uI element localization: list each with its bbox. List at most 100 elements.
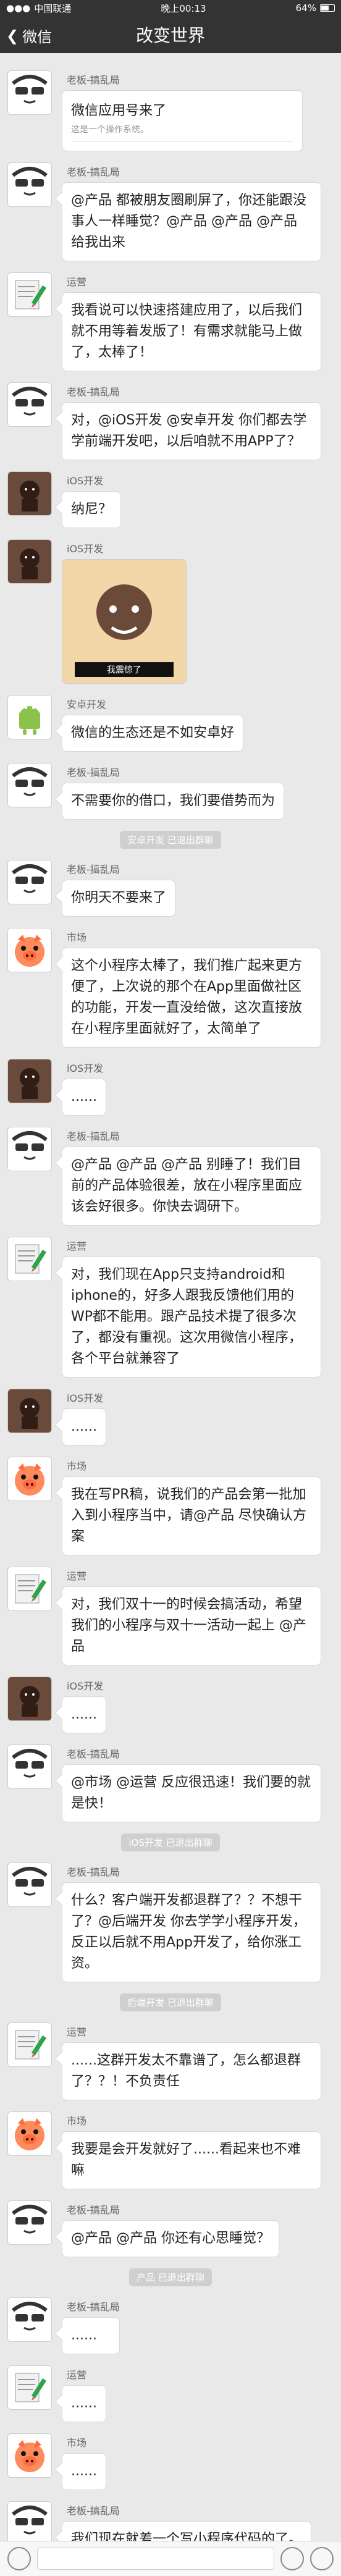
message-input[interactable] bbox=[37, 2548, 274, 2570]
message-content: 老板-搞乱局 @市场 @运营 反应很迅速！我们要的就是快！ bbox=[62, 1745, 321, 1822]
message-content: 市场...... bbox=[62, 2433, 106, 2490]
avatar[interactable] bbox=[7, 539, 52, 584]
message-bubble[interactable]: 什么？客户端开发都退群了？？不想干了？@后端开发 你去学学小程序开发，反正以后就… bbox=[62, 1882, 321, 1982]
avatar[interactable] bbox=[7, 272, 52, 317]
message-bubble[interactable]: ...... bbox=[62, 1408, 106, 1446]
message-bubble[interactable]: 我看说可以快速搭建应用了，以后我们就不用等着发版了！有需求就能马上做了，太棒了！ bbox=[62, 292, 321, 371]
avatar[interactable] bbox=[7, 382, 52, 427]
sender-name: 运营 bbox=[67, 276, 87, 288]
system-notice-text: iOS开发 已退出群聊 bbox=[121, 1833, 220, 1851]
avatar[interactable] bbox=[7, 860, 52, 904]
message-bubble[interactable]: 你明天不要来了 bbox=[62, 880, 176, 917]
sender-name: 运营 bbox=[67, 2026, 87, 2038]
sender-name: 老板-搞乱局 bbox=[67, 2505, 120, 2517]
message-content: 老板-搞乱局 @产品 都被朋友圈刷屏了，你还能跟没事人一样睡觉？@产品 @产品 @… bbox=[62, 162, 321, 261]
system-notice: 安卓开发 已退出群聊 bbox=[7, 831, 334, 849]
sender-name: 老板-搞乱局 bbox=[67, 74, 120, 86]
avatar[interactable] bbox=[7, 2200, 52, 2245]
avatar[interactable] bbox=[7, 471, 52, 516]
message-bubble[interactable]: @市场 @运营 反应很迅速！我们要的就是快！ bbox=[62, 1764, 321, 1822]
voice-icon[interactable] bbox=[7, 2547, 31, 2570]
message-content: 运营 对，我们双十一的时候会搞活动，希望我们的小程序与双十一活动一起上 @产品 bbox=[62, 1567, 321, 1665]
sender-name: iOS开发 bbox=[67, 1392, 104, 1404]
avatar[interactable] bbox=[7, 2111, 52, 2156]
message-row: 老板-搞乱局...... bbox=[7, 2297, 334, 2354]
system-notice-text: 后端开发 已退出群聊 bbox=[120, 1993, 221, 2011]
avatar[interactable] bbox=[7, 928, 52, 972]
message-bubble[interactable]: 我在写PR稿，说我们的产品会第一批加入到小程序当中，请@产品 尽快确认方案 bbox=[62, 1476, 321, 1555]
sender-name: 市场 bbox=[67, 1460, 87, 1472]
message-row: iOS开发 纳尼？ bbox=[7, 471, 334, 528]
message-content: 老板-搞乱局 什么？客户端开发都退群了？？不想干了？@后端开发 你去学学小程序开发… bbox=[62, 1863, 321, 1982]
message-content: 老板-搞乱局 对，@iOS开发 @安卓开发 你们都去学学前端开发吧，以后咱就不用A… bbox=[62, 382, 321, 460]
message-row: iOS开发...... bbox=[7, 1677, 334, 1733]
message-row: 老板-搞乱局 什么？客户端开发都退群了？？不想干了？@后端开发 你去学学小程序开发… bbox=[7, 1863, 334, 1982]
back-label: 微信 bbox=[22, 28, 53, 46]
sender-name: 运营 bbox=[67, 1240, 87, 1252]
avatar[interactable] bbox=[7, 2022, 52, 2067]
status-left: ●●● 中国联通 bbox=[6, 2, 71, 15]
message-row: 市场...... bbox=[7, 2433, 334, 2490]
message-bubble[interactable]: 对，我们现在App只支持android和iphone的，好多人跟我反馈他们用的W… bbox=[62, 1256, 321, 1378]
message-row: 运营我看说可以快速搭建应用了，以后我们就不用等着发版了！有需求就能马上做了，太棒… bbox=[7, 272, 334, 371]
avatar[interactable] bbox=[7, 1567, 52, 1611]
avatar[interactable] bbox=[7, 1389, 52, 1433]
shared-link-card[interactable]: 微信应用号来了 这是一个操作系统。 bbox=[62, 90, 303, 151]
sender-name: iOS开发 bbox=[67, 1680, 104, 1692]
avatar[interactable] bbox=[7, 1863, 52, 1907]
avatar[interactable] bbox=[7, 1059, 52, 1103]
message-row: 运营对，我们现在App只支持android和iphone的，好多人跟我反馈他们用… bbox=[7, 1237, 334, 1378]
avatar[interactable] bbox=[7, 70, 52, 115]
message-row: 运营 对，我们双十一的时候会搞活动，希望我们的小程序与双十一活动一起上 @产品 bbox=[7, 1567, 334, 1665]
message-input-bar bbox=[0, 2541, 341, 2576]
message-content: 市场我要是会开发就好了......看起来也不难嘛 bbox=[62, 2111, 321, 2189]
meme-caption: 我震惊了 bbox=[75, 662, 174, 677]
message-bubble[interactable]: 微信的生态还是不如安卓好 bbox=[62, 715, 244, 752]
message-bubble[interactable]: ...... bbox=[62, 1696, 106, 1733]
avatar[interactable] bbox=[7, 1457, 52, 1501]
message-content: 老板-搞乱局 你明天不要来了 bbox=[62, 860, 176, 917]
message-bubble[interactable]: ......这群开发太不靠谱了，怎么都退群了？？！不负责任 bbox=[62, 2042, 321, 2100]
emoji-icon[interactable] bbox=[280, 2547, 304, 2570]
divider bbox=[71, 141, 293, 142]
back-button[interactable]: ❮ 微信 bbox=[6, 25, 52, 46]
plus-icon[interactable] bbox=[310, 2547, 334, 2570]
message-bubble[interactable]: 我要是会开发就好了......看起来也不难嘛 bbox=[62, 2131, 321, 2189]
chat-list: 老板-搞乱局 微信应用号来了 这是一个操作系统。 老板-搞乱局 @产品 都被朋友圈刷屏了… bbox=[0, 53, 341, 2575]
message-bubble[interactable]: 对，我们双十一的时候会搞活动，希望我们的小程序与双十一活动一起上 @产品 bbox=[62, 1586, 321, 1665]
avatar[interactable] bbox=[7, 2501, 52, 2546]
message-bubble[interactable]: ...... bbox=[62, 2385, 106, 2422]
message-content: iOS开发...... bbox=[62, 1677, 106, 1733]
message-content: 老板-搞乱局 @产品 @产品 你还有心思睡觉？ bbox=[62, 2200, 279, 2257]
status-time: 晚上00:13 bbox=[161, 2, 206, 14]
avatar[interactable] bbox=[7, 2297, 52, 2342]
sender-name: 市场 bbox=[67, 2115, 87, 2127]
system-notice: 产品 已退出群聊 bbox=[7, 2268, 334, 2286]
avatar[interactable] bbox=[7, 763, 52, 807]
message-row: 老板-搞乱局 @产品 @产品 @产品 别睡了！我们目前的产品体验很差，放在小程序里… bbox=[7, 1127, 334, 1226]
avatar[interactable] bbox=[7, 2433, 52, 2478]
message-bubble[interactable]: @产品 @产品 你还有心思睡觉？ bbox=[62, 2220, 279, 2257]
message-bubble[interactable]: @产品 都被朋友圈刷屏了，你还能跟没事人一样睡觉？@产品 @产品 @产品 给我出… bbox=[62, 182, 321, 261]
message-content: iOS开发 我震惊了 bbox=[62, 539, 187, 684]
message-bubble[interactable]: ...... bbox=[62, 2317, 120, 2354]
avatar[interactable] bbox=[7, 162, 52, 207]
avatar[interactable] bbox=[7, 1127, 52, 1171]
message-bubble[interactable]: 对，@iOS开发 @安卓开发 你们都去学学前端开发吧，以后咱就不用APP了？ bbox=[62, 402, 321, 460]
message-bubble[interactable]: 不需要你的借口，我们要借势而为 bbox=[62, 783, 285, 820]
message-row: 老板-搞乱局 @市场 @运营 反应很迅速！我们要的就是快！ bbox=[7, 1745, 334, 1822]
message-bubble[interactable]: 这个小程序太棒了，我们推广起来更方便了，上次说的那个在App里面做社区的功能，开… bbox=[62, 948, 321, 1048]
message-bubble[interactable]: ...... bbox=[62, 1079, 106, 1116]
avatar[interactable] bbox=[7, 1745, 52, 1789]
avatar[interactable] bbox=[7, 2365, 52, 2410]
battery-percent: 64% bbox=[295, 2, 316, 14]
meme-image[interactable]: 我震惊了 bbox=[62, 559, 187, 684]
avatar[interactable] bbox=[7, 1237, 52, 1281]
message-bubble[interactable]: @产品 @产品 @产品 别睡了！我们目前的产品体验很差，放在小程序里面应该会好很… bbox=[62, 1147, 321, 1226]
message-row: 老板-搞乱局 不需要你的借口，我们要借势而为 bbox=[7, 763, 334, 820]
message-content: iOS开发...... bbox=[62, 1059, 106, 1116]
avatar[interactable] bbox=[7, 695, 52, 739]
message-bubble[interactable]: 纳尼？ bbox=[62, 491, 122, 528]
avatar[interactable] bbox=[7, 1677, 52, 1721]
message-bubble[interactable]: ...... bbox=[62, 2453, 106, 2490]
